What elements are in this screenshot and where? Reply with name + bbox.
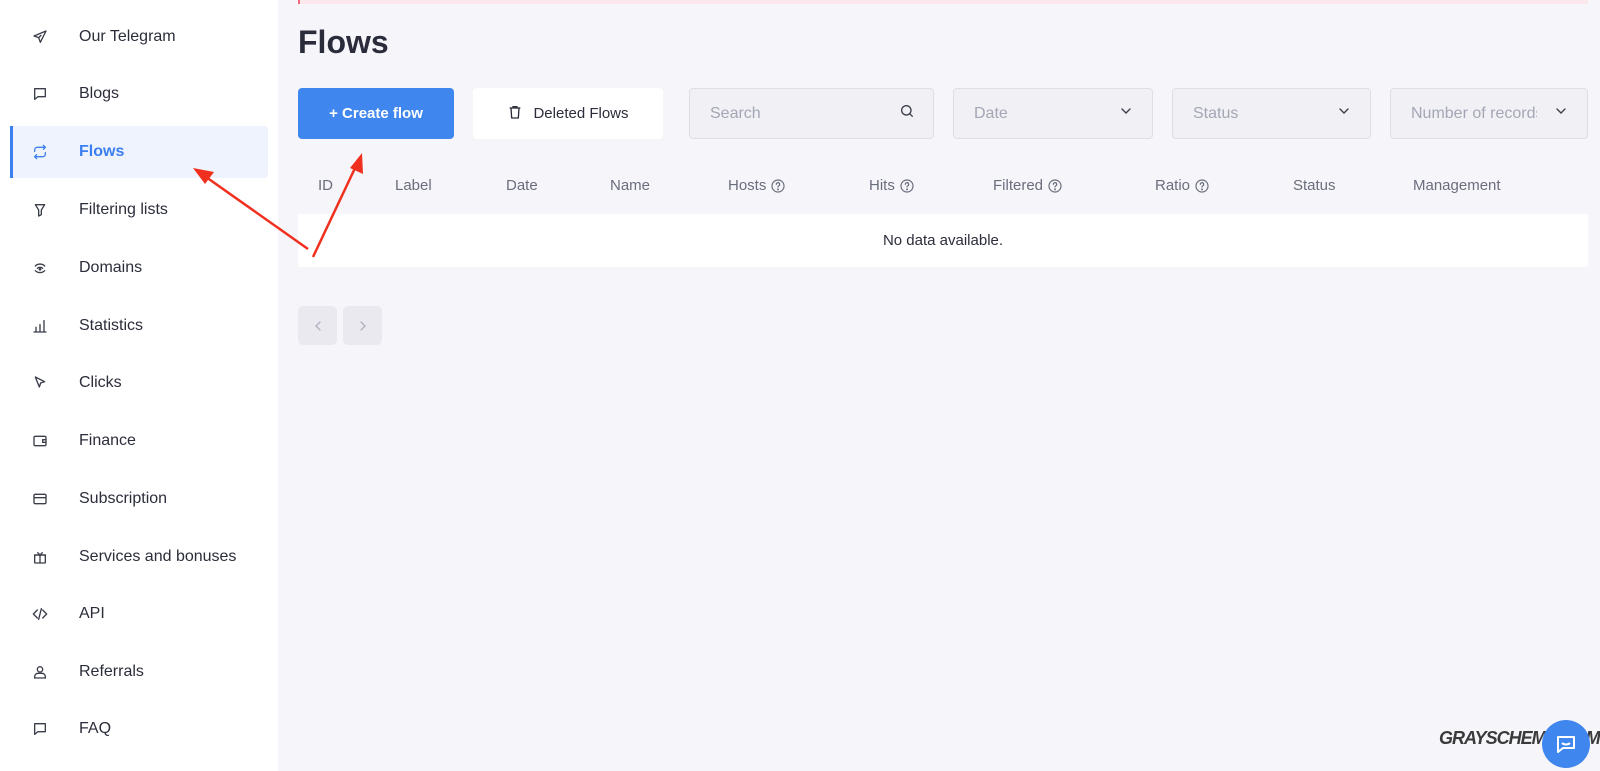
chevron-down-icon	[1336, 103, 1352, 124]
sidebar-item-telegram[interactable]: Our Telegram	[10, 11, 268, 63]
sidebar-item-label: Blogs	[79, 85, 120, 102]
column-header-filtered[interactable]: Filtered	[993, 177, 1063, 194]
help-icon[interactable]	[1194, 178, 1210, 194]
sidebar-item-label: Domains	[79, 259, 143, 276]
chat-icon	[1557, 736, 1575, 753]
search-icon[interactable]	[899, 103, 915, 124]
next-page-button[interactable]	[343, 306, 382, 345]
create-flow-button[interactable]: + Create flow	[298, 88, 454, 139]
message-icon	[30, 719, 50, 739]
chat-bubble-icon	[30, 84, 50, 104]
help-icon[interactable]	[1047, 178, 1063, 194]
column-header-name[interactable]: Name	[610, 177, 650, 194]
sidebar-item-domains[interactable]: Domains	[10, 242, 268, 294]
help-icon[interactable]	[770, 178, 786, 194]
column-header-management[interactable]: Management	[1413, 177, 1501, 194]
records-select[interactable]: Number of records	[1390, 88, 1588, 139]
column-header-hosts[interactable]: Hosts	[728, 177, 786, 194]
sidebar-item-label: Filtering lists	[79, 201, 168, 218]
sidebar-item-label: Statistics	[79, 317, 144, 334]
sidebar: Our Telegram Blogs Flows Filtering lists…	[0, 0, 278, 771]
sidebar-item-label: API	[79, 605, 105, 622]
sidebar-item-faq[interactable]: FAQ	[10, 703, 268, 755]
column-header-label[interactable]: Label	[395, 177, 432, 194]
filter-icon	[30, 200, 50, 220]
repeat-icon	[30, 142, 50, 162]
column-header-status[interactable]: Status	[1293, 177, 1336, 194]
page-title: Flows	[298, 24, 389, 60]
sidebar-item-label: Services and bonuses	[79, 548, 237, 565]
sidebar-item-filtering-lists[interactable]: Filtering lists	[10, 184, 268, 236]
sidebar-item-blogs[interactable]: Blogs	[10, 68, 268, 120]
chevron-right-icon	[359, 320, 366, 331]
empty-table-row: No data available.	[298, 214, 1588, 267]
user-icon	[30, 662, 50, 682]
sidebar-item-statistics[interactable]: Statistics	[10, 300, 268, 352]
sidebar-item-label: Finance	[79, 432, 136, 449]
status-select[interactable]: Status	[1172, 88, 1371, 139]
sidebar-item-api[interactable]: API	[10, 588, 268, 640]
sidebar-item-label: Flows	[79, 143, 125, 160]
wallet-icon	[30, 431, 50, 451]
sidebar-item-referrals[interactable]: Referrals	[10, 646, 268, 698]
column-header-id[interactable]: ID	[318, 177, 333, 194]
search-input[interactable]	[710, 104, 880, 123]
chevron-down-icon	[1118, 103, 1134, 124]
records-select-value: Number of records	[1411, 104, 1537, 122]
support-chat-button[interactable]	[1542, 720, 1590, 768]
column-header-date[interactable]: Date	[506, 177, 538, 194]
sidebar-item-flows[interactable]: Flows	[10, 126, 268, 178]
date-select[interactable]: Date	[953, 88, 1153, 139]
chevron-down-icon	[1553, 103, 1569, 124]
credit-card-icon	[30, 489, 50, 509]
column-header-hits[interactable]: Hits	[869, 177, 915, 194]
sidebar-item-label: FAQ	[79, 720, 112, 737]
deleted-flows-label: Deleted Flows	[533, 105, 629, 122]
sidebar-item-label: Our Telegram	[79, 28, 176, 45]
sidebar-item-finance[interactable]: Finance	[10, 415, 268, 467]
date-select-value: Date	[974, 104, 1008, 122]
sidebar-item-subscription[interactable]: Subscription	[10, 473, 268, 525]
wifi-icon	[30, 258, 50, 278]
empty-message: No data available.	[882, 232, 1004, 249]
telegram-icon	[30, 27, 50, 47]
table-header: ID Label Date Name Hosts Hits Filtered R…	[298, 172, 1588, 200]
trash-icon	[507, 104, 523, 124]
cursor-icon	[30, 373, 50, 393]
sidebar-item-clicks[interactable]: Clicks	[10, 357, 268, 409]
alert-strip	[298, 0, 1588, 4]
status-select-value: Status	[1193, 104, 1239, 122]
gift-icon	[30, 547, 50, 567]
chevron-left-icon	[314, 320, 321, 331]
bar-chart-icon	[30, 316, 50, 336]
help-icon[interactable]	[899, 178, 915, 194]
sidebar-item-services-and-bonuses[interactable]: Services and bonuses	[10, 531, 268, 583]
search-field	[689, 88, 934, 139]
sidebar-item-label: Referrals	[79, 663, 144, 680]
sidebar-item-label: Clicks	[79, 374, 122, 391]
column-header-ratio[interactable]: Ratio	[1155, 177, 1210, 194]
code-icon	[30, 604, 50, 624]
prev-page-button[interactable]	[298, 306, 337, 345]
sidebar-item-label: Subscription	[79, 490, 168, 507]
deleted-flows-button[interactable]: Deleted Flows	[473, 88, 663, 139]
